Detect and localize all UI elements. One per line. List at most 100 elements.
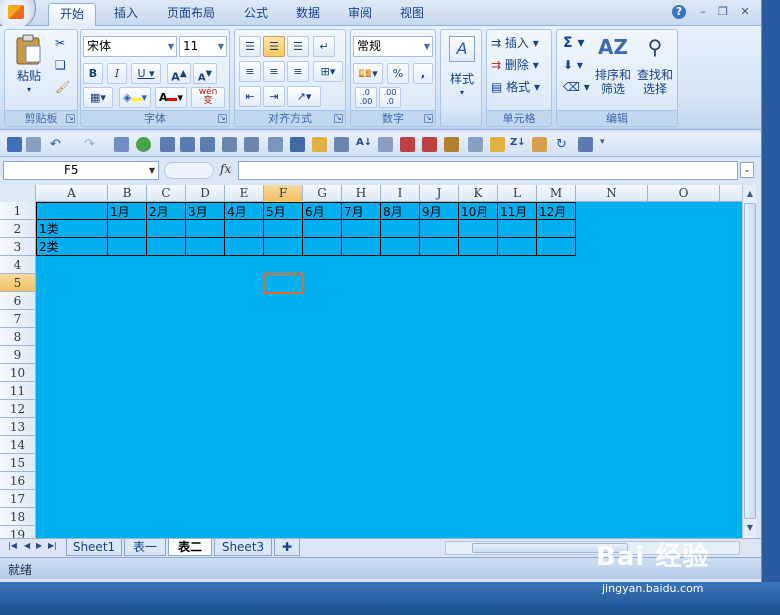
table-cell[interactable]: 11月 <box>498 202 537 220</box>
group-icon[interactable] <box>200 137 215 152</box>
row-header[interactable]: 7 <box>0 310 36 328</box>
number-launcher-icon[interactable]: ↘ <box>424 114 433 123</box>
export-icon[interactable] <box>578 137 593 152</box>
table-cell[interactable] <box>459 220 498 238</box>
column-header[interactable]: O <box>648 185 720 202</box>
increase-decimal-button[interactable]: .0 .00 <box>355 87 377 108</box>
column-header[interactable]: H <box>342 185 381 202</box>
column-header[interactable]: K <box>459 185 498 202</box>
table-cell[interactable]: 12月 <box>537 202 576 220</box>
column-header[interactable]: G <box>303 185 342 202</box>
sort-descending-icon[interactable]: Z↓ <box>510 137 526 152</box>
note-icon[interactable] <box>468 137 483 152</box>
autosum-button[interactable]: Σ ▾ <box>563 36 584 50</box>
table-cell[interactable]: 7月 <box>342 202 381 220</box>
column-header[interactable]: L <box>498 185 537 202</box>
row-header[interactable]: 16 <box>0 472 36 490</box>
image-icon[interactable] <box>244 137 259 152</box>
table-cell[interactable]: 1月 <box>108 202 147 220</box>
scissors-icon[interactable] <box>444 137 459 152</box>
next-sheet-icon[interactable]: ▶ <box>36 541 42 550</box>
table-icon[interactable] <box>114 137 129 152</box>
column-header[interactable]: I <box>381 185 420 202</box>
column-header[interactable]: D <box>186 185 225 202</box>
insert-function-button[interactable]: fx <box>220 162 231 176</box>
fill-color-button[interactable]: ◈ ▾ <box>119 87 151 108</box>
tab-formulas[interactable]: 公式 <box>234 3 278 26</box>
table-cell[interactable] <box>342 220 381 238</box>
insert-column-icon[interactable] <box>180 137 195 152</box>
scroll-up-icon[interactable]: ▲ <box>744 187 756 201</box>
tab-review[interactable]: 审阅 <box>338 3 382 26</box>
table-cell[interactable]: 6月 <box>303 202 342 220</box>
table-cell[interactable] <box>225 220 264 238</box>
alignment-launcher-icon[interactable]: ↘ <box>334 114 343 123</box>
undo-icon[interactable]: ↶ <box>50 137 65 152</box>
table-cell[interactable] <box>498 220 537 238</box>
table-cell[interactable]: 9月 <box>420 202 459 220</box>
globe-icon[interactable] <box>136 137 151 152</box>
row-header[interactable]: 12 <box>0 400 36 418</box>
align-top-button[interactable]: ☰ <box>239 36 261 57</box>
font-launcher-icon[interactable]: ↘ <box>218 114 227 123</box>
row-header[interactable]: 1 <box>0 202 36 220</box>
print-preview-icon[interactable] <box>26 137 41 152</box>
table-cell[interactable] <box>36 202 108 220</box>
redo-icon[interactable]: ↷ <box>84 137 99 152</box>
prev-sheet-icon[interactable]: ◀ <box>24 541 30 550</box>
table-cell[interactable] <box>381 238 420 256</box>
row-header[interactable]: 6 <box>0 292 36 310</box>
last-sheet-icon[interactable]: ▶| <box>48 541 57 550</box>
row-header[interactable]: 3 <box>0 238 36 256</box>
formula-input[interactable] <box>238 161 738 180</box>
tab-data[interactable]: 数据 <box>286 3 330 26</box>
table-cell[interactable]: 10月 <box>459 202 498 220</box>
table-cell[interactable] <box>537 220 576 238</box>
table-cell[interactable] <box>420 220 459 238</box>
table-cell[interactable] <box>186 220 225 238</box>
shrink-font-button[interactable]: A▼ <box>193 63 217 84</box>
align-left-button[interactable]: ≡ <box>239 61 261 82</box>
column-header[interactable]: F <box>264 185 303 202</box>
formula-expand-handle[interactable] <box>164 162 214 179</box>
tab-page-layout[interactable]: 页面布局 <box>156 3 226 26</box>
orientation-button[interactable]: ↗▾ <box>287 86 321 107</box>
minimize-icon[interactable]: – <box>696 5 710 19</box>
table-cell[interactable] <box>147 220 186 238</box>
column-header[interactable]: M <box>537 185 576 202</box>
merge-center-button[interactable]: ⊞▾ <box>313 61 343 82</box>
font-size-combo[interactable]: 11 ▼ <box>179 36 227 57</box>
delete-icon[interactable] <box>400 137 415 152</box>
folder-icon[interactable] <box>312 137 327 152</box>
align-right-button[interactable]: ≡ <box>287 61 309 82</box>
table-cell[interactable]: 8月 <box>381 202 420 220</box>
column-header[interactable]: N <box>576 185 648 202</box>
sort-ascending-icon[interactable]: A↓ <box>356 137 372 152</box>
row-header[interactable]: 15 <box>0 454 36 472</box>
clear-button[interactable]: ⌫ ▾ <box>563 80 590 94</box>
select-all-corner[interactable] <box>0 185 36 202</box>
copy-icon[interactable]: ❏ <box>55 58 66 72</box>
tab-home[interactable]: 开始 <box>48 3 96 26</box>
table-cell[interactable]: 2月 <box>147 202 186 220</box>
clipboard-launcher-icon[interactable]: ↘ <box>66 114 75 123</box>
percent-button[interactable]: % <box>387 63 409 84</box>
customize-qat-icon[interactable]: ▾ <box>600 137 615 152</box>
row-header[interactable]: 17 <box>0 490 36 508</box>
row-header[interactable]: 10 <box>0 364 36 382</box>
table-cell[interactable] <box>342 238 381 256</box>
expand-formula-icon[interactable]: ⌄ <box>740 162 754 178</box>
tab-view[interactable]: 视图 <box>390 3 434 26</box>
column-header[interactable]: B <box>108 185 147 202</box>
row-header[interactable]: 13 <box>0 418 36 436</box>
sheet-tab-sheet1[interactable]: Sheet1 <box>66 539 122 556</box>
table-cell[interactable] <box>264 220 303 238</box>
row-header[interactable]: 2 <box>0 220 36 238</box>
table-cell[interactable] <box>108 238 147 256</box>
decrease-decimal-button[interactable]: .00 .0 <box>379 87 401 108</box>
table-cell[interactable]: 2类 <box>36 238 108 256</box>
refresh-icon[interactable]: ↻ <box>556 137 571 152</box>
table-cell[interactable] <box>108 220 147 238</box>
vertical-scrollbar[interactable]: ▲ ▼ <box>742 185 756 538</box>
increase-indent-button[interactable]: ⇥ <box>263 86 285 107</box>
